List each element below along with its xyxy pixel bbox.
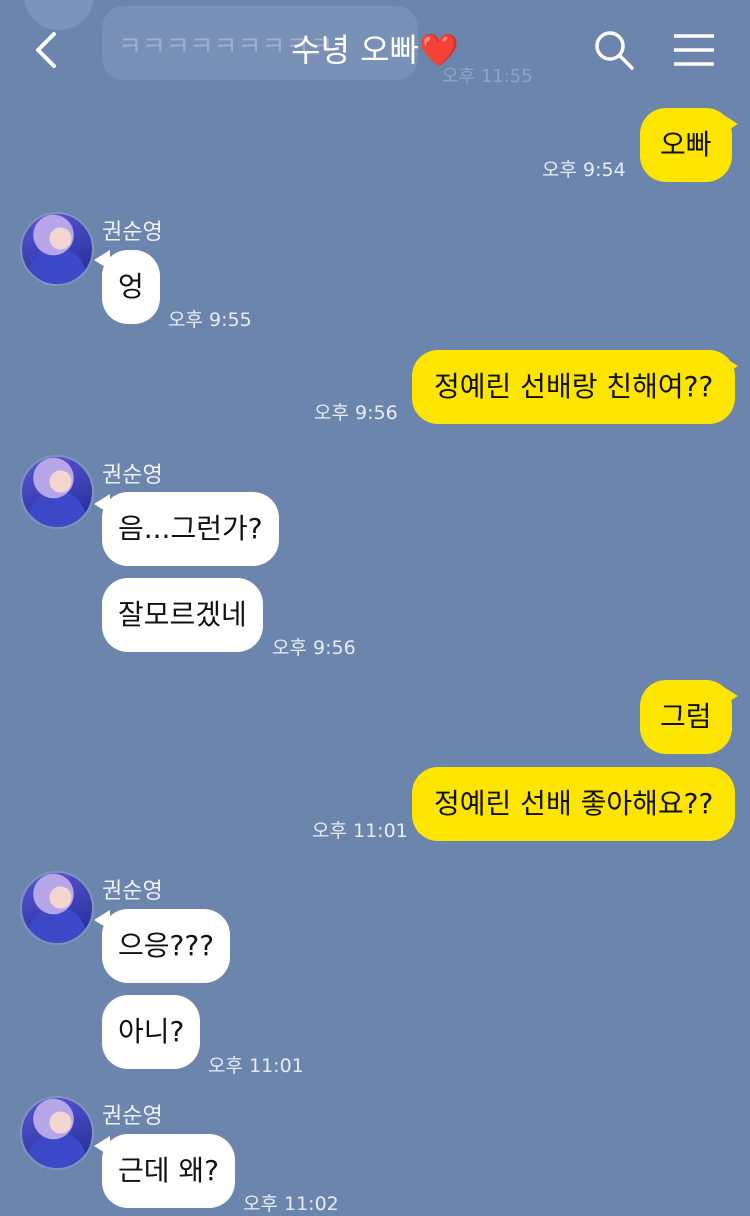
message-bubble: 잘모르겠네 [102, 578, 263, 652]
message-text: 엉 [118, 270, 144, 303]
bubble-tail [722, 686, 738, 706]
message-time: 오후 9:55 [168, 309, 252, 331]
avatar[interactable] [20, 212, 94, 286]
message-text: 아니? [118, 1015, 185, 1048]
message-text: 잘모르겠네 [118, 598, 247, 631]
message-bubble: 으응??? [102, 909, 231, 983]
message-bubble: 엉 [102, 250, 160, 324]
message-text: 으응??? [118, 929, 215, 962]
message-time: 오후 11:01 [208, 1055, 304, 1077]
sender-name: 권순영 [102, 463, 163, 488]
search-icon[interactable] [592, 28, 636, 72]
bubble-tail [722, 114, 738, 134]
message-text: 정예린 선배랑 친해여?? [434, 370, 714, 403]
chat-header: 수녕 오빠❤️ [0, 0, 750, 100]
message-bubble: 오빠 [640, 108, 732, 182]
sender-name: 권순영 [102, 879, 163, 904]
message-text: 그럼 [660, 700, 712, 733]
message-time: 오후 11:02 [243, 1193, 339, 1215]
message-bubble: 정예린 선배 좋아해요?? [412, 767, 736, 841]
heart-emoji: ❤️ [419, 31, 459, 69]
message-time: 오후 9:56 [314, 402, 398, 424]
bubble-tail [722, 356, 738, 376]
message-time: 오후 9:56 [272, 637, 356, 659]
message-text: 정예린 선배 좋아해요?? [434, 787, 714, 820]
message-bubble: 음...그런가? [102, 492, 279, 566]
message-time: 오후 11:01 [312, 820, 408, 842]
avatar[interactable] [20, 455, 94, 529]
message-bubble: 정예린 선배랑 친해여?? [412, 350, 736, 424]
avatar[interactable] [20, 871, 94, 945]
message-bubble: 아니? [102, 995, 201, 1069]
chat-title-text: 수녕 오빠 [291, 31, 420, 69]
message-time: 오후 9:54 [542, 159, 626, 181]
message-text: 음...그런가? [118, 512, 263, 545]
sender-name: 권순영 [102, 220, 163, 245]
chat-title: 수녕 오빠❤️ [0, 26, 750, 74]
message-text: 근데 왜? [118, 1154, 220, 1187]
message-bubble: 그럼 [640, 680, 732, 754]
menu-icon[interactable] [672, 32, 716, 68]
avatar[interactable] [20, 1096, 94, 1170]
sender-name: 권순영 [102, 1104, 163, 1129]
message-bubble: 근데 왜? [102, 1134, 236, 1208]
message-text: 오빠 [660, 128, 712, 161]
